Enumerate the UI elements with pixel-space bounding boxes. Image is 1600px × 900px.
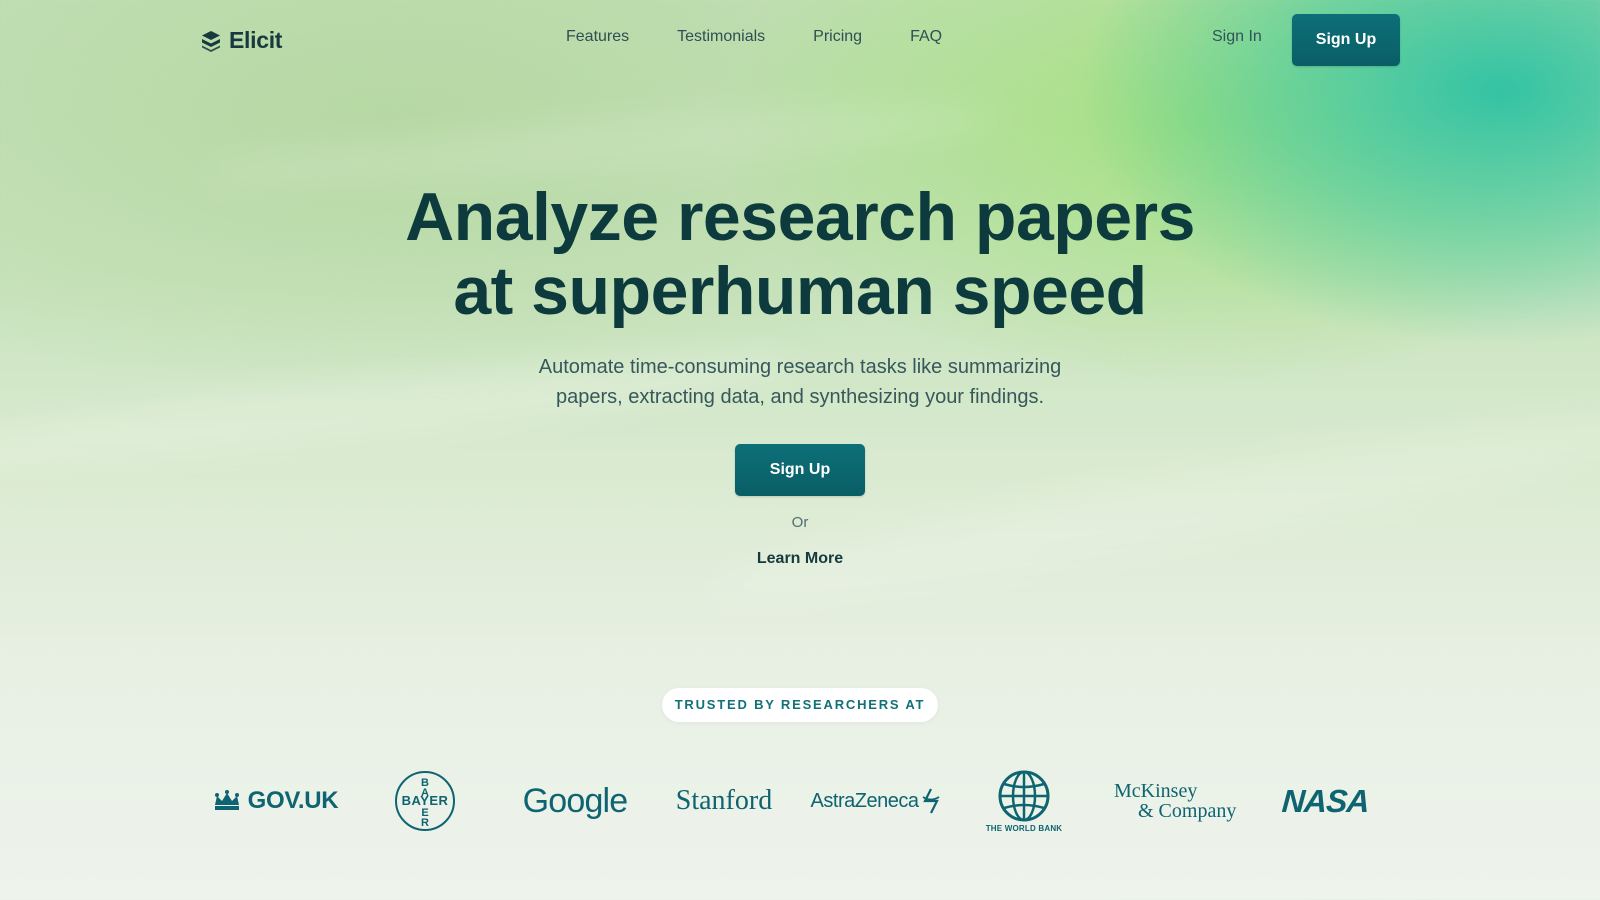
mckinsey-logo: McKinsey & Company [1112,766,1242,836]
google-logo: Google [515,766,635,836]
nasa-logo: NASA [1278,766,1372,836]
brand-logo[interactable]: Elicit [200,27,282,54]
or-divider-text: Or [791,514,809,531]
elicit-logo-icon [202,30,220,52]
world-bank-text: THE WORLD BANK [985,823,1063,833]
brand-name: Elicit [229,27,283,53]
astrazeneca-logo: AstraZeneca [808,766,944,836]
nav-link-testimonials[interactable]: Testimonials [677,28,765,46]
govuk-logo: GOV.UK [210,766,340,836]
hero-title: Analyze research papers at superhuman sp… [0,180,1600,328]
trusted-by-badge: TRUSTED BY RESEARCHERS AT [662,688,938,722]
sign-in-link[interactable]: Sign In [1212,28,1262,46]
world-bank-logo: THE WORLD BANK [980,766,1068,836]
astrazeneca-text: AstraZeneca [810,789,919,812]
hero-subtitle-line-1: Automate time-consuming research tasks l… [538,356,1062,378]
top-nav: Elicit Features Testimonials Pricing FAQ… [0,0,1600,80]
nav-link-faq[interactable]: FAQ [910,28,942,46]
mckinsey-company-text: & Company [1138,800,1237,822]
mckinsey-text: McKinsey [1114,780,1198,802]
bayer-logo: BA ER BAYER [393,766,457,836]
nav-sign-up-button[interactable]: Sign Up [1292,14,1400,66]
svg-text:R: R [421,817,429,829]
nav-links: Features Testimonials Pricing FAQ [566,28,990,46]
hero-subtitle: Automate time-consuming research tasks l… [500,352,1100,412]
stanford-logo: Stanford [666,766,782,836]
hero-title-line-1: Analyze research papers [405,179,1195,255]
nav-link-pricing[interactable]: Pricing [813,28,862,46]
google-text: Google [522,781,629,820]
nav-link-features[interactable]: Features [566,28,629,46]
nasa-text: NASA [1280,782,1370,819]
bayer-text: BAYER [401,793,449,808]
globe-icon [998,770,1050,821]
hero-sign-up-button[interactable]: Sign Up [735,444,865,496]
astrazeneca-icon [922,788,940,814]
stanford-text: Stanford [675,785,773,816]
hero-title-line-2: at superhuman speed [453,253,1147,329]
crown-icon [214,790,239,810]
hero-subtitle-line-2: papers, extracting data, and synthesizin… [555,386,1045,408]
learn-more-link[interactable]: Learn More [0,550,1600,568]
govuk-text: GOV.UK [247,787,339,814]
